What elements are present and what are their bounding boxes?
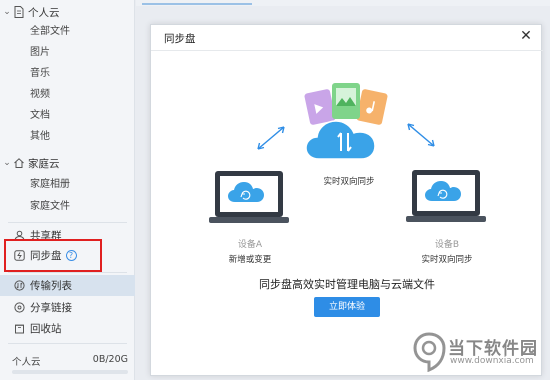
sidebar-item-recycle-bin[interactable]: 回收站 — [0, 318, 135, 339]
red-highlight-box — [4, 239, 102, 272]
document-icon — [13, 6, 25, 18]
chevron-down-icon[interactable]: ⌄ — [2, 158, 12, 168]
sidebar-divider — [8, 272, 127, 273]
sidebar-divider — [8, 343, 127, 344]
double-arrow-right-icon — [407, 123, 435, 147]
try-now-button[interactable]: 立即体验 — [314, 297, 380, 317]
cloud-sync-illustration — [304, 83, 388, 160]
home-icon — [13, 157, 25, 169]
laptop-a-icon — [209, 171, 289, 223]
sidebar: ⌄ 个人云 全部文件 图片 音乐 视频 文档 其他 ⌄ 家庭云 家庭相册 家庭文… — [0, 0, 135, 380]
sidebar-item-documents[interactable]: 文档 — [30, 107, 50, 125]
dialog-header: 同步盘 ✕ — [151, 25, 543, 51]
close-icon[interactable]: ✕ — [519, 29, 533, 43]
storage-quota: 个人云 0B/20G — [12, 354, 128, 368]
sidebar-item-video[interactable]: 视频 — [30, 86, 50, 104]
sidebar-item-share-link[interactable]: 分享链接 — [0, 297, 135, 318]
watermark: 当下软件园 www.downxia.com — [410, 328, 550, 378]
dialog-title: 同步盘 — [164, 33, 196, 45]
laptop-b-icon — [406, 170, 486, 222]
chevron-down-icon[interactable]: ⌄ — [2, 7, 12, 17]
sync-disk-dialog: 同步盘 ✕ 实时双向同步 设备A 新增或变更 设备B 实时双向同步 同步盘高效实… — [150, 24, 543, 376]
double-arrow-left-icon — [257, 126, 285, 150]
sidebar-item-transfer-list[interactable]: 传输列表 — [0, 275, 135, 296]
sidebar-item-family-album[interactable]: 家庭相册 — [30, 176, 70, 194]
transfer-icon — [13, 280, 25, 292]
sidebar-item-other[interactable]: 其他 — [30, 128, 50, 146]
quota-progress-bar — [12, 370, 128, 374]
sidebar-item-label: 回收站 — [30, 323, 62, 335]
share-link-icon — [13, 302, 25, 314]
watermark-url: www.downxia.com — [450, 356, 534, 366]
sidebar-item-music[interactable]: 音乐 — [30, 65, 50, 83]
sidebar-divider — [8, 222, 127, 223]
device-a-desc: 新增或变更 — [228, 255, 272, 265]
photo-card-icon — [332, 83, 360, 119]
music-card-icon — [356, 89, 388, 125]
sidebar-group-personal-cloud[interactable]: ⌄ 个人云 — [0, 2, 135, 22]
sidebar-group-label: 家庭云 — [28, 157, 60, 170]
watermark-logo-icon — [413, 332, 446, 372]
device-b-name: 设备B — [434, 240, 460, 250]
quota-label: 个人云 — [12, 357, 41, 368]
video-card-icon — [304, 89, 336, 125]
sidebar-group-family-cloud[interactable]: ⌄ 家庭云 — [0, 153, 135, 173]
sidebar-item-images[interactable]: 图片 — [30, 44, 50, 62]
sidebar-item-label: 分享链接 — [30, 302, 72, 314]
sidebar-item-label: 传输列表 — [30, 280, 72, 292]
device-b-desc: 实时双向同步 — [421, 255, 473, 265]
quota-value: 0B/20G — [92, 354, 128, 365]
center-caption: 实时双向同步 — [323, 177, 375, 187]
sidebar-item-family-files[interactable]: 家庭文件 — [30, 198, 70, 216]
sidebar-group-label: 个人云 — [28, 6, 60, 19]
device-a-name: 设备A — [237, 240, 263, 250]
trash-icon — [13, 323, 25, 335]
dialog-tagline: 同步盘高效实时管理电脑与云端文件 — [259, 278, 435, 291]
top-accent-line — [142, 3, 252, 5]
sidebar-item-all-files[interactable]: 全部文件 — [30, 23, 70, 41]
